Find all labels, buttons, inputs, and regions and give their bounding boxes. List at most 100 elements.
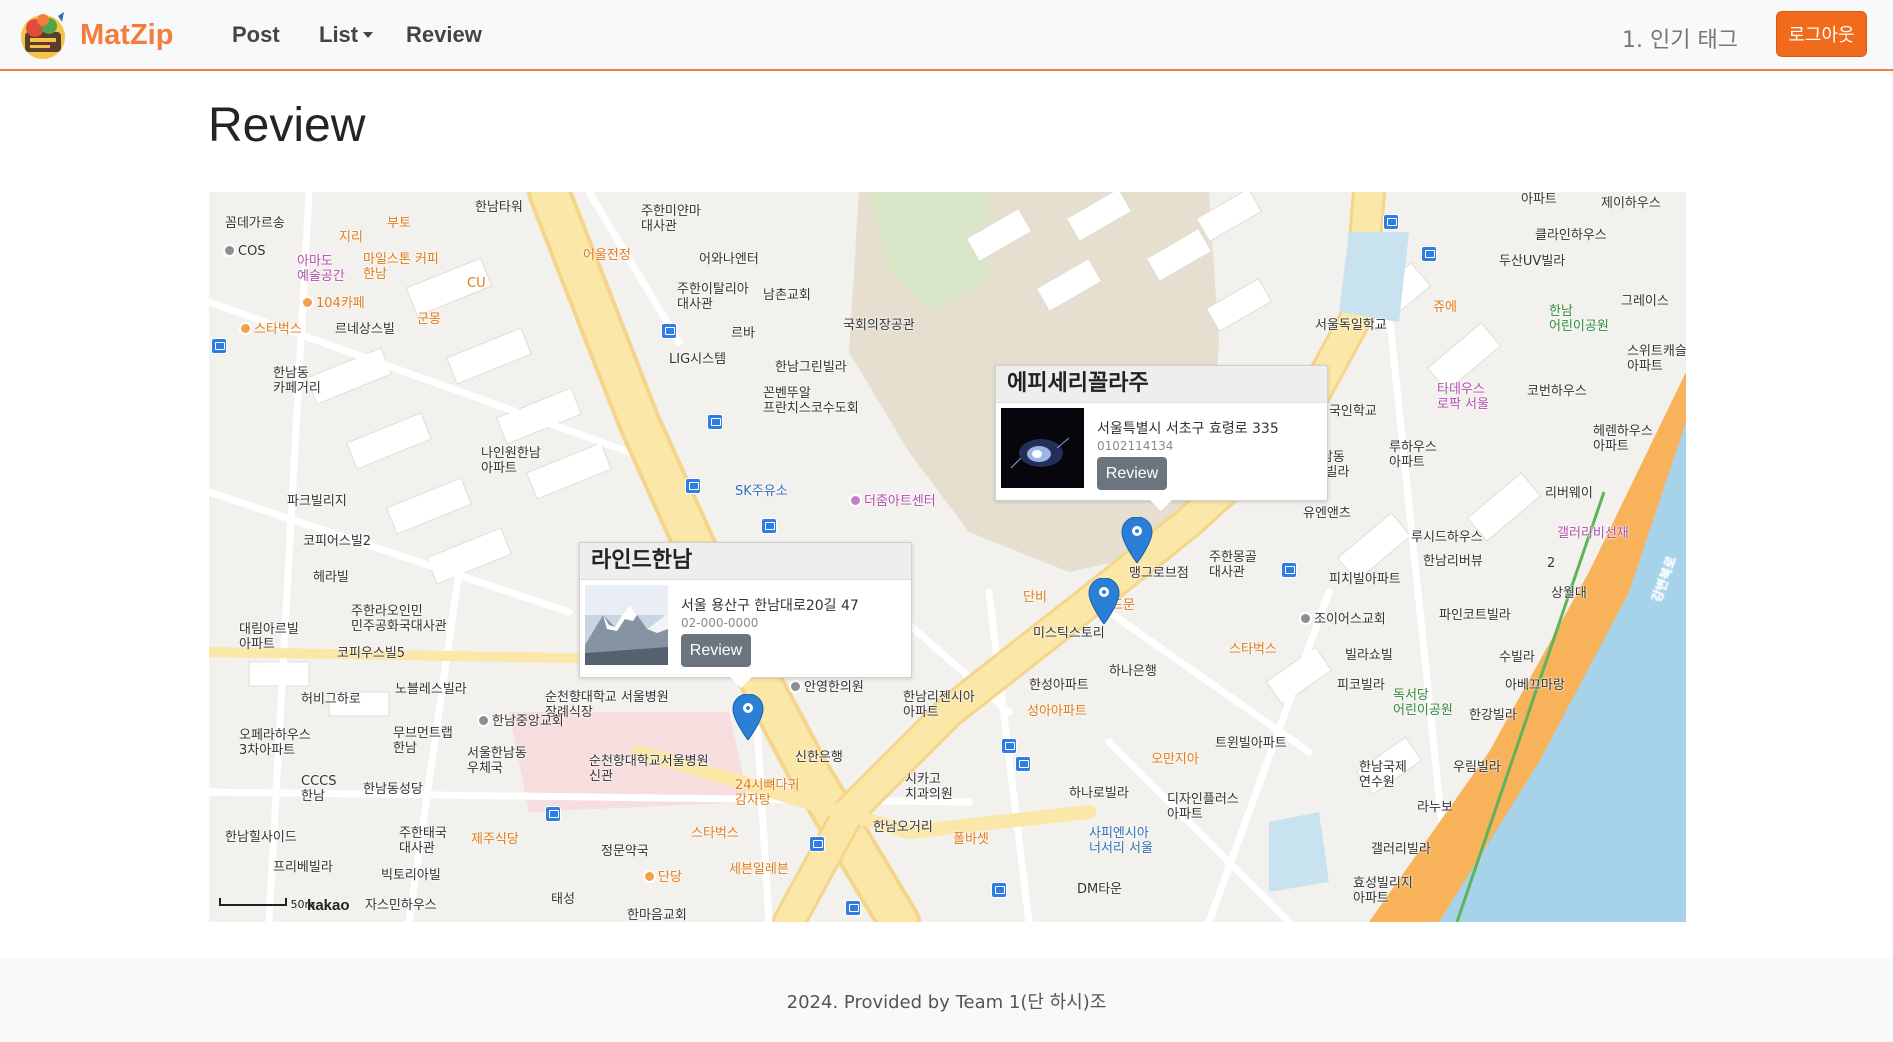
- bus-stop-icon[interactable]: [809, 836, 825, 852]
- place-thumbnail[interactable]: [585, 585, 668, 665]
- map-marker[interactable]: [1088, 578, 1120, 624]
- review-button[interactable]: Review: [681, 634, 751, 667]
- bus-stop-icon[interactable]: [845, 900, 861, 916]
- map-label: 주한몽골 대사관: [1209, 550, 1257, 580]
- map-label: 제이하우스: [1601, 196, 1661, 211]
- bus-stop-icon[interactable]: [761, 518, 777, 534]
- map-label: 빅토리아빌: [381, 868, 441, 883]
- map-label: 24시뼈다귀 감자탕: [735, 778, 800, 808]
- map-label: 자스민하우스: [365, 898, 437, 913]
- map-label: 주한태국 대사관: [399, 826, 447, 856]
- map-label: 독서당 어린이공원: [1393, 688, 1453, 718]
- map-label: 제주식당: [471, 832, 519, 847]
- restaurant-icon: [643, 870, 656, 883]
- map-marker-라인드한남[interactable]: [732, 694, 764, 740]
- bus-stop-icon[interactable]: [991, 882, 1007, 898]
- map-label: 주한라오인민 민주공화국대사관: [351, 604, 447, 634]
- map-marker-에피세리꼴라주[interactable]: [1121, 517, 1153, 563]
- bus-stop-icon[interactable]: [685, 478, 701, 494]
- map-label: 꼰벤뚜알 프란치스코수도회: [763, 386, 859, 416]
- popular-tag-text: 1. 인기 태그: [1622, 28, 1738, 53]
- map-label: LIG시스템: [669, 352, 727, 367]
- bus-stop-icon[interactable]: [211, 338, 227, 354]
- map-label: 꼼데가르송: [225, 216, 285, 231]
- map-label: 루시드하우스: [1411, 530, 1483, 545]
- map-label: 코피우스빌5: [337, 646, 406, 661]
- map-label: 타데우스 로팍 서울: [1437, 382, 1489, 412]
- church-icon: [477, 714, 490, 727]
- gallery-icon: [849, 494, 862, 507]
- map-label: 세븐일레븐: [729, 862, 789, 877]
- map-label: 헤라빌: [313, 570, 349, 585]
- map-label: CU: [467, 276, 486, 291]
- place-address: 서울특별시 서초구 효령로 335: [1097, 421, 1279, 437]
- map-label: 한남그린빌라: [775, 360, 847, 375]
- bus-stop-icon[interactable]: [1281, 562, 1297, 578]
- kakao-logo[interactable]: kakao: [307, 897, 350, 914]
- map-label: 부토: [387, 216, 411, 231]
- bus-stop-icon[interactable]: [545, 806, 561, 822]
- bus-stop-icon[interactable]: [1421, 246, 1437, 262]
- bus-stop-icon[interactable]: [1015, 756, 1031, 772]
- map-label: 주한미얀마 대사관: [641, 204, 701, 234]
- map-label: 신한은행: [795, 750, 843, 765]
- map-label: 아베끄마랑: [1505, 678, 1565, 693]
- map-label: 순천향대학교서울병원 신관: [589, 754, 709, 784]
- cafe-icon: [239, 322, 252, 335]
- chevron-down-icon: [363, 32, 374, 38]
- cafe-icon: [301, 296, 314, 309]
- map-label: 스타벅스: [691, 826, 739, 841]
- map-label: 국회의장공관: [843, 318, 915, 333]
- map-label-text: COS: [238, 244, 266, 259]
- map-label: 두산UV빌라: [1499, 254, 1566, 269]
- map-label: 그레이스: [1621, 294, 1669, 309]
- map-label-text: 스타벅스: [254, 322, 302, 337]
- footer: 2024. Provided by Team 1(단 하시)조: [0, 958, 1893, 1042]
- map-label: 주한이탈리아 대사관: [677, 282, 749, 312]
- map-label: 유엔앤츠: [1303, 506, 1351, 521]
- map-label: 쥬에: [1433, 300, 1457, 315]
- brand[interactable]: MatZip: [16, 8, 173, 62]
- bus-stop-icon[interactable]: [1001, 738, 1017, 754]
- map-label: SK주유소: [735, 484, 788, 499]
- map-label: 군몽: [417, 312, 441, 327]
- map-label: 피치빌아파트: [1329, 572, 1401, 587]
- review-button[interactable]: Review: [1097, 457, 1167, 490]
- map-label: 지리: [339, 230, 363, 245]
- map-label: 르바: [731, 326, 755, 341]
- map-label: 파인코트빌라: [1439, 608, 1511, 623]
- map-label: 미스틱스토리: [1033, 626, 1105, 641]
- map-label: 하나로빌라: [1069, 786, 1129, 801]
- map-label: DM타운: [1077, 882, 1123, 897]
- brand-name: MatZip: [80, 18, 174, 51]
- map-label: 효성빌리지 아파트: [1353, 876, 1413, 906]
- map-container[interactable]: 꼼데가르송 COS 아마도 예술공간 부토 지리 마일스톤 커피 한남 CU 104…: [209, 192, 1686, 922]
- map-label: 정문약국: [601, 844, 649, 859]
- map-label: 피코빌라: [1337, 678, 1385, 693]
- bus-stop-icon[interactable]: [1383, 214, 1399, 230]
- map-label: 어와나엔터: [699, 252, 759, 267]
- place-thumbnail[interactable]: [1001, 408, 1084, 488]
- logout-button[interactable]: 로그아웃: [1776, 11, 1867, 57]
- map-label: CCCS 한남: [301, 774, 337, 804]
- info-window-title: 에피세리꼴라주: [996, 366, 1327, 403]
- map-label: 태성: [551, 892, 575, 907]
- map-label: 조이어스교회: [1299, 612, 1386, 627]
- map-label: 폴바셋: [953, 832, 989, 847]
- map-label: 수빌라: [1499, 650, 1535, 665]
- map-label: 성아아파트: [1027, 704, 1087, 719]
- map-label: 허비그하로: [301, 692, 361, 707]
- map-label-text: 더줌아트센터: [864, 494, 936, 509]
- map-label: 한강빌라: [1469, 708, 1517, 723]
- map-label: 헤렌하우스 아파트: [1593, 424, 1653, 454]
- nav-link-review[interactable]: Review: [406, 22, 482, 48]
- nav-link-post[interactable]: Post: [232, 22, 280, 48]
- bus-stop-icon[interactable]: [661, 323, 677, 339]
- bus-stop-icon[interactable]: [707, 414, 723, 430]
- map-label: 한남동 카페거리: [273, 366, 321, 396]
- map-label: 시카고 치과의원: [905, 772, 953, 802]
- nav-link-list-dropdown[interactable]: List: [319, 22, 374, 48]
- map-label: 한남오거리: [873, 820, 933, 835]
- map-label: 대림아르빌 아파트: [239, 622, 299, 652]
- map-label: 한마음교회: [627, 908, 687, 922]
